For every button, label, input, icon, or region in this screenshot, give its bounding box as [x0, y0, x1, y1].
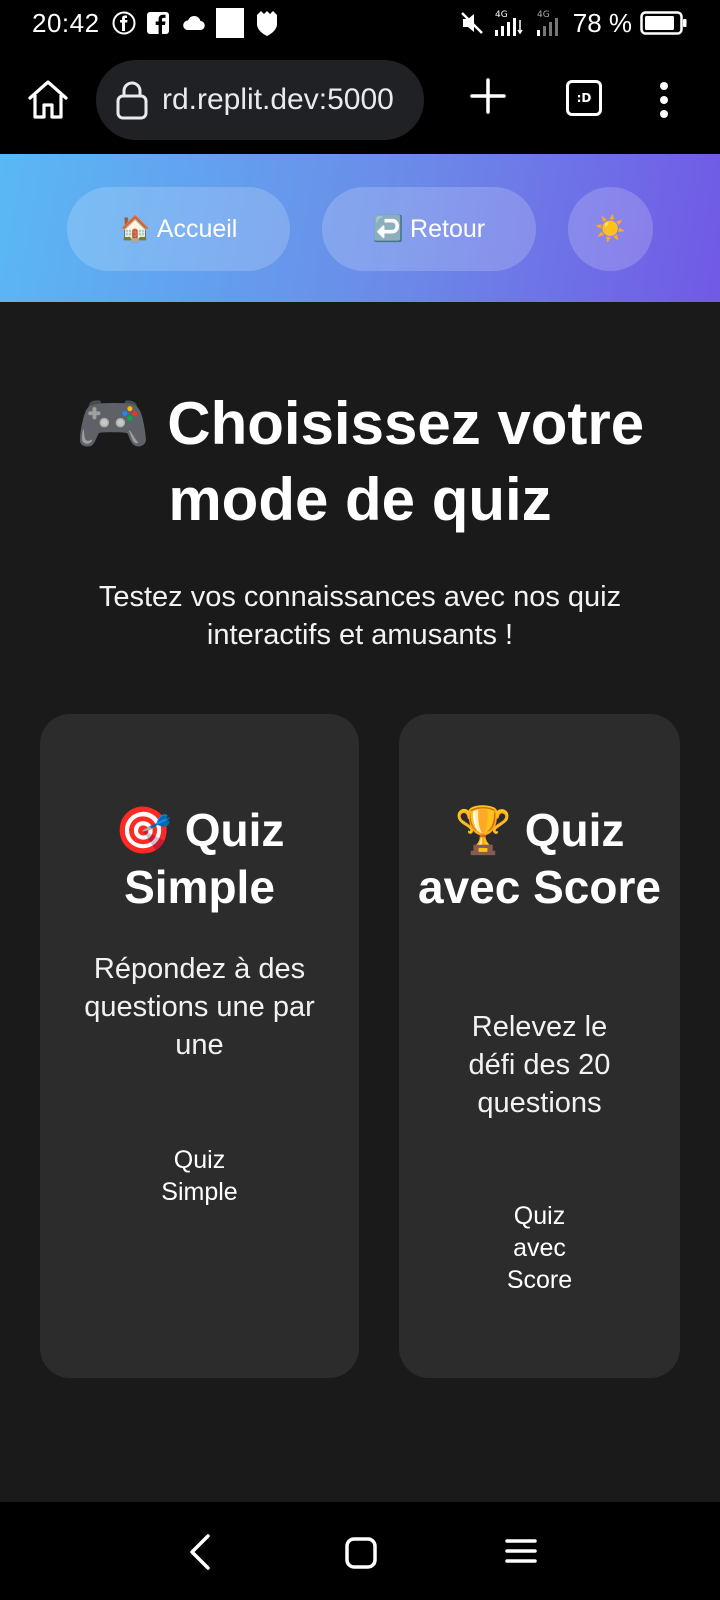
status-bar: 20:42 4G 4G 78 % — [0, 0, 720, 46]
tab-switcher-button[interactable]: :D — [566, 80, 602, 116]
return-arrow-icon: ↩️ — [372, 214, 405, 243]
trophy-icon: 🏆 — [454, 803, 512, 857]
card-title: 🏆 Quiz avec Score — [399, 802, 680, 916]
sun-icon: ☀️ — [594, 214, 627, 243]
cloud-icon — [180, 13, 206, 33]
svg-text:4G: 4G — [537, 10, 550, 20]
shield-icon — [254, 9, 280, 37]
back-icon[interactable] — [186, 1532, 216, 1572]
target-icon: 🎯 — [114, 803, 172, 857]
facebook-square-icon — [146, 11, 170, 35]
home-square-icon[interactable] — [344, 1536, 378, 1570]
site-header: 🏠 Accueil ↩️ Retour ☀️ — [0, 154, 720, 302]
battery-percent: 78 % — [572, 7, 632, 38]
quiz-simple-link[interactable]: Quiz Simple — [40, 1144, 359, 1208]
lock-icon — [114, 80, 150, 120]
more-vert-icon[interactable] — [652, 76, 676, 124]
page-title: 🎮 Choisissez votre mode de quiz — [40, 386, 680, 538]
nav-home-button[interactable]: 🏠 Accueil — [67, 187, 290, 271]
main-content: 🎮 Choisissez votre mode de quiz Testez v… — [0, 302, 720, 1502]
quiz-score-link[interactable]: Quiz avec Score — [399, 1200, 680, 1296]
new-tab-icon[interactable] — [468, 76, 508, 116]
battery-icon — [640, 11, 688, 35]
status-time: 20:42 — [32, 7, 100, 38]
mute-icon — [459, 10, 485, 36]
recent-apps-icon[interactable] — [504, 1536, 538, 1566]
card-title: 🎯 Quiz Simple — [40, 802, 359, 916]
svg-text:4G: 4G — [495, 10, 508, 20]
white-square-icon — [215, 8, 244, 38]
signal-4g-icon: 4G — [493, 8, 527, 38]
card-description: Répondez à des questions une par une — [84, 953, 315, 1061]
nav-back-button[interactable]: ↩️ Retour — [322, 187, 536, 271]
card-description: Relevez le défi des 20 questions — [468, 1011, 611, 1119]
system-indicators: 4G 4G 78 % — [459, 8, 688, 39]
house-icon: 🏠 — [119, 214, 151, 243]
system-nav-bar — [0, 1502, 720, 1600]
game-controller-icon: 🎮 — [75, 389, 151, 459]
notification-icons — [112, 8, 280, 38]
home-icon[interactable] — [24, 76, 72, 124]
signal-4g-icon: 4G — [535, 8, 565, 38]
url-text: rd.replit.dev:5000 — [162, 83, 394, 116]
page-subtitle: Testez vos connaissances avec nos quiz i… — [98, 581, 622, 651]
page-title-text: Choisissez votre mode de quiz — [167, 390, 645, 533]
theme-toggle-button[interactable]: ☀️ — [568, 187, 653, 271]
facebook-icon — [112, 11, 136, 35]
address-bar[interactable]: rd.replit.dev:5000 — [96, 60, 424, 140]
quiz-score-card[interactable]: 🏆 Quiz avec Score Relevez le défi des 20… — [399, 714, 680, 1378]
quiz-simple-card[interactable]: 🎯 Quiz Simple Répondez à des questions u… — [40, 714, 359, 1378]
nav-back-label: Retour — [410, 214, 486, 243]
browser-toolbar: rd.replit.dev:5000 :D — [0, 46, 720, 154]
nav-home-label: Accueil — [156, 214, 238, 243]
